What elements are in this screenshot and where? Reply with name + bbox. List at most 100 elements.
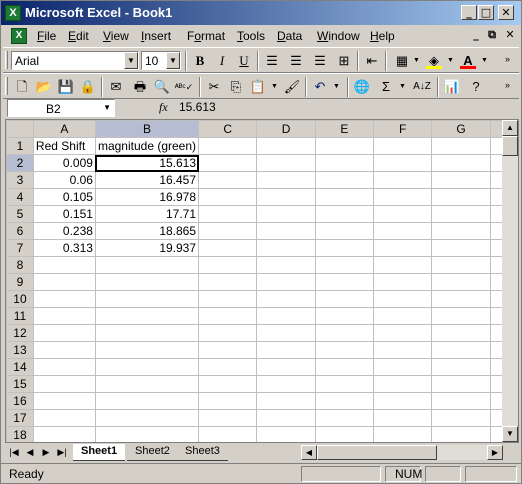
sheet-tab-sheet2[interactable]: Sheet2 [127, 444, 178, 461]
chevron-down-icon[interactable]: ▼ [271, 83, 278, 90]
cell-a15[interactable] [32, 375, 96, 393]
cell-f3[interactable] [373, 171, 433, 189]
cell-a11[interactable] [32, 307, 96, 325]
cell-a13[interactable] [32, 341, 96, 359]
cell-e8[interactable] [314, 256, 375, 274]
cell-c14[interactable] [198, 358, 258, 376]
cell-e6[interactable] [314, 222, 375, 240]
decrease-indent-icon[interactable]: ⇤ [361, 51, 383, 71]
sheet-tab-sheet3[interactable]: Sheet3 [177, 444, 228, 461]
save-icon[interactable]: 💾 [55, 77, 77, 97]
toolbar-grip[interactable] [5, 77, 8, 95]
scroll-thumb[interactable] [317, 445, 437, 460]
sheet-tab-sheet1[interactable]: Sheet1 [73, 444, 126, 461]
cell-d8[interactable] [256, 256, 316, 274]
cell-b2[interactable]: 15.613 [94, 154, 200, 172]
first-sheet-icon[interactable]: |◀ [7, 445, 21, 459]
column-header-a[interactable]: A [32, 120, 96, 138]
workbook-icon[interactable]: X [11, 28, 27, 44]
chevron-down-icon[interactable]: ▼ [481, 57, 488, 64]
select-all-corner[interactable] [6, 120, 34, 138]
cell-f9[interactable] [373, 273, 433, 291]
menu-tools[interactable]: Tools [237, 29, 265, 43]
cell-f10[interactable] [373, 290, 433, 308]
chevron-down-icon[interactable]: ▼ [447, 57, 454, 64]
cell-e5[interactable] [314, 205, 375, 223]
cell-c7[interactable] [198, 239, 258, 257]
cell-g18[interactable] [431, 426, 491, 442]
cell-f12[interactable] [373, 324, 433, 342]
cell-a12[interactable] [32, 324, 96, 342]
scroll-thumb[interactable] [502, 136, 518, 156]
chevron-down-icon[interactable]: ▼ [166, 52, 180, 69]
formula-input[interactable]: 15.613 [173, 99, 519, 117]
underline-button[interactable]: U [233, 51, 255, 71]
row-header[interactable]: 6 [6, 222, 34, 240]
cell-c3[interactable] [198, 171, 258, 189]
next-sheet-icon[interactable]: ▶ [39, 445, 53, 459]
cell-d11[interactable] [256, 307, 316, 325]
cell-d10[interactable] [256, 290, 316, 308]
cell-e18[interactable] [314, 426, 375, 442]
menu-view[interactable]: View [103, 29, 129, 43]
cell-b15[interactable] [94, 375, 200, 393]
cell-g8[interactable] [431, 256, 491, 274]
cell-a7[interactable]: 0.313 [32, 239, 96, 257]
italic-button[interactable]: I [211, 51, 233, 71]
row-header[interactable]: 18 [6, 426, 34, 442]
cell-d13[interactable] [256, 341, 316, 359]
scroll-down-icon[interactable]: ▼ [502, 426, 518, 442]
cell-c18[interactable] [198, 426, 258, 442]
cell-d16[interactable] [256, 392, 316, 410]
menu-window[interactable]: Window [317, 29, 360, 43]
autosum-icon[interactable]: Σ [375, 77, 397, 97]
cell-b17[interactable] [94, 409, 200, 427]
cell-b5[interactable]: 17.71 [94, 205, 200, 223]
cell-e13[interactable] [314, 341, 375, 359]
cell-g12[interactable] [431, 324, 491, 342]
row-header[interactable]: 17 [6, 409, 34, 427]
cell-d12[interactable] [256, 324, 316, 342]
cell-a16[interactable] [32, 392, 96, 410]
bold-button[interactable]: B [189, 51, 211, 71]
cell-f6[interactable] [373, 222, 433, 240]
align-left-icon[interactable]: ☰ [261, 51, 283, 71]
font-name-dropdown[interactable]: Arial ▼ [11, 51, 139, 70]
cell-e10[interactable] [314, 290, 375, 308]
cell-a10[interactable] [32, 290, 96, 308]
cell-a8[interactable] [32, 256, 96, 274]
cell-b12[interactable] [94, 324, 200, 342]
cell-g15[interactable] [431, 375, 491, 393]
cell-d17[interactable] [256, 409, 316, 427]
toolbar-grip[interactable] [5, 51, 8, 69]
cell-e17[interactable] [314, 409, 375, 427]
cell-a17[interactable] [32, 409, 96, 427]
cell-c9[interactable] [198, 273, 258, 291]
cell-f18[interactable] [373, 426, 433, 442]
cell-e3[interactable] [314, 171, 375, 189]
cell-b18[interactable] [94, 426, 200, 442]
cell-b16[interactable] [94, 392, 200, 410]
column-header-b[interactable]: B [94, 120, 200, 138]
minimize-icon[interactable]: _ [461, 5, 477, 20]
column-header-g[interactable]: G [431, 120, 491, 138]
cell-f17[interactable] [373, 409, 433, 427]
cell-f14[interactable] [373, 358, 433, 376]
cell-g17[interactable] [431, 409, 491, 427]
horizontal-scrollbar[interactable]: ◀ ▶ [301, 445, 503, 460]
cell-c2[interactable] [198, 154, 258, 172]
cell-e16[interactable] [314, 392, 375, 410]
cell-f11[interactable] [373, 307, 433, 325]
cell-d3[interactable] [256, 171, 316, 189]
toolbar-options-icon[interactable]: » [505, 54, 510, 64]
row-header[interactable]: 9 [6, 273, 34, 291]
borders-icon[interactable]: ▦ [391, 51, 413, 71]
excel-app-icon[interactable]: X [5, 5, 21, 21]
row-header[interactable]: 13 [6, 341, 34, 359]
cell-g4[interactable] [431, 188, 491, 206]
cell-b9[interactable] [94, 273, 200, 291]
cell-g13[interactable] [431, 341, 491, 359]
cell-d15[interactable] [256, 375, 316, 393]
row-header[interactable]: 2 [6, 154, 34, 172]
cell-g9[interactable] [431, 273, 491, 291]
